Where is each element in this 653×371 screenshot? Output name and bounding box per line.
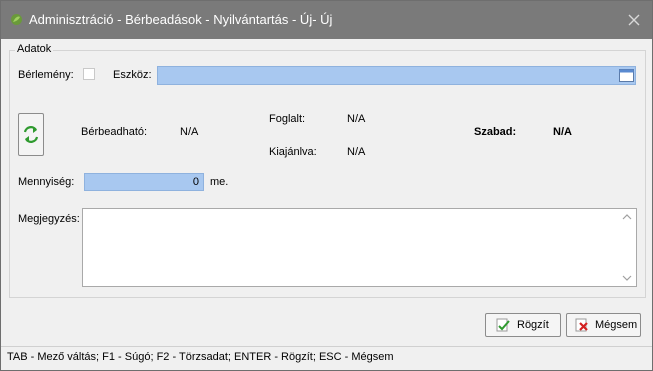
megjegyzes-textarea[interactable] [82,208,637,287]
red-x-document-icon [575,318,588,332]
calendar-picker-icon[interactable] [618,67,635,84]
app-leaf-icon [11,14,22,25]
refresh-arrows-icon [23,126,39,143]
eszkoz-label: Eszköz: [113,69,152,81]
save-button[interactable]: Rögzít [485,313,561,337]
mennyiseg-label: Mennyiség: [18,176,75,188]
window-title: Adminisztráció - Bérbeadások - Nyilvánta… [29,12,333,27]
save-button-label: Rögzít [517,319,549,331]
scroll-down-icon[interactable] [621,273,633,283]
berbeadhato-label: Bérbeadható: [81,126,148,138]
kiajanlva-value: N/A [347,146,366,158]
refresh-button[interactable] [18,113,44,156]
szabad-value: N/A [553,126,572,138]
group-legend: Adatok [15,43,54,55]
cancel-button[interactable]: Mégsem [566,313,641,337]
dialog-window: Adminisztráció - Bérbeadások - Nyilvánta… [0,0,653,371]
checkmark-document-icon [496,318,510,332]
megjegyzes-label: Megjegyzés: [18,213,80,225]
foglalt-value: N/A [347,113,366,125]
scroll-up-icon[interactable] [621,212,633,222]
szabad-label: Szabad: [474,126,517,138]
kiajanlva-label: Kiajánlva: [269,146,317,158]
close-icon[interactable] [621,7,647,33]
eszkoz-input[interactable] [157,66,636,85]
cancel-button-label: Mégsem [595,319,638,331]
status-bar-text: TAB - Mező váltás; F1 - Súgó; F2 - Törzs… [7,351,394,363]
berlemeny-checkbox[interactable] [83,68,95,80]
berbeadhato-value: N/A [180,126,199,138]
title-bar[interactable]: Adminisztráció - Bérbeadások - Nyilvánta… [1,1,652,39]
mennyiseg-input[interactable]: 0 [84,173,204,191]
status-bar: TAB - Mező váltás; F1 - Súgó; F2 - Törzs… [1,346,652,371]
mennyiseg-unit: me. [210,176,229,188]
foglalt-label: Foglalt: [269,113,306,125]
berlemeny-label: Bérlemény: [18,69,74,81]
